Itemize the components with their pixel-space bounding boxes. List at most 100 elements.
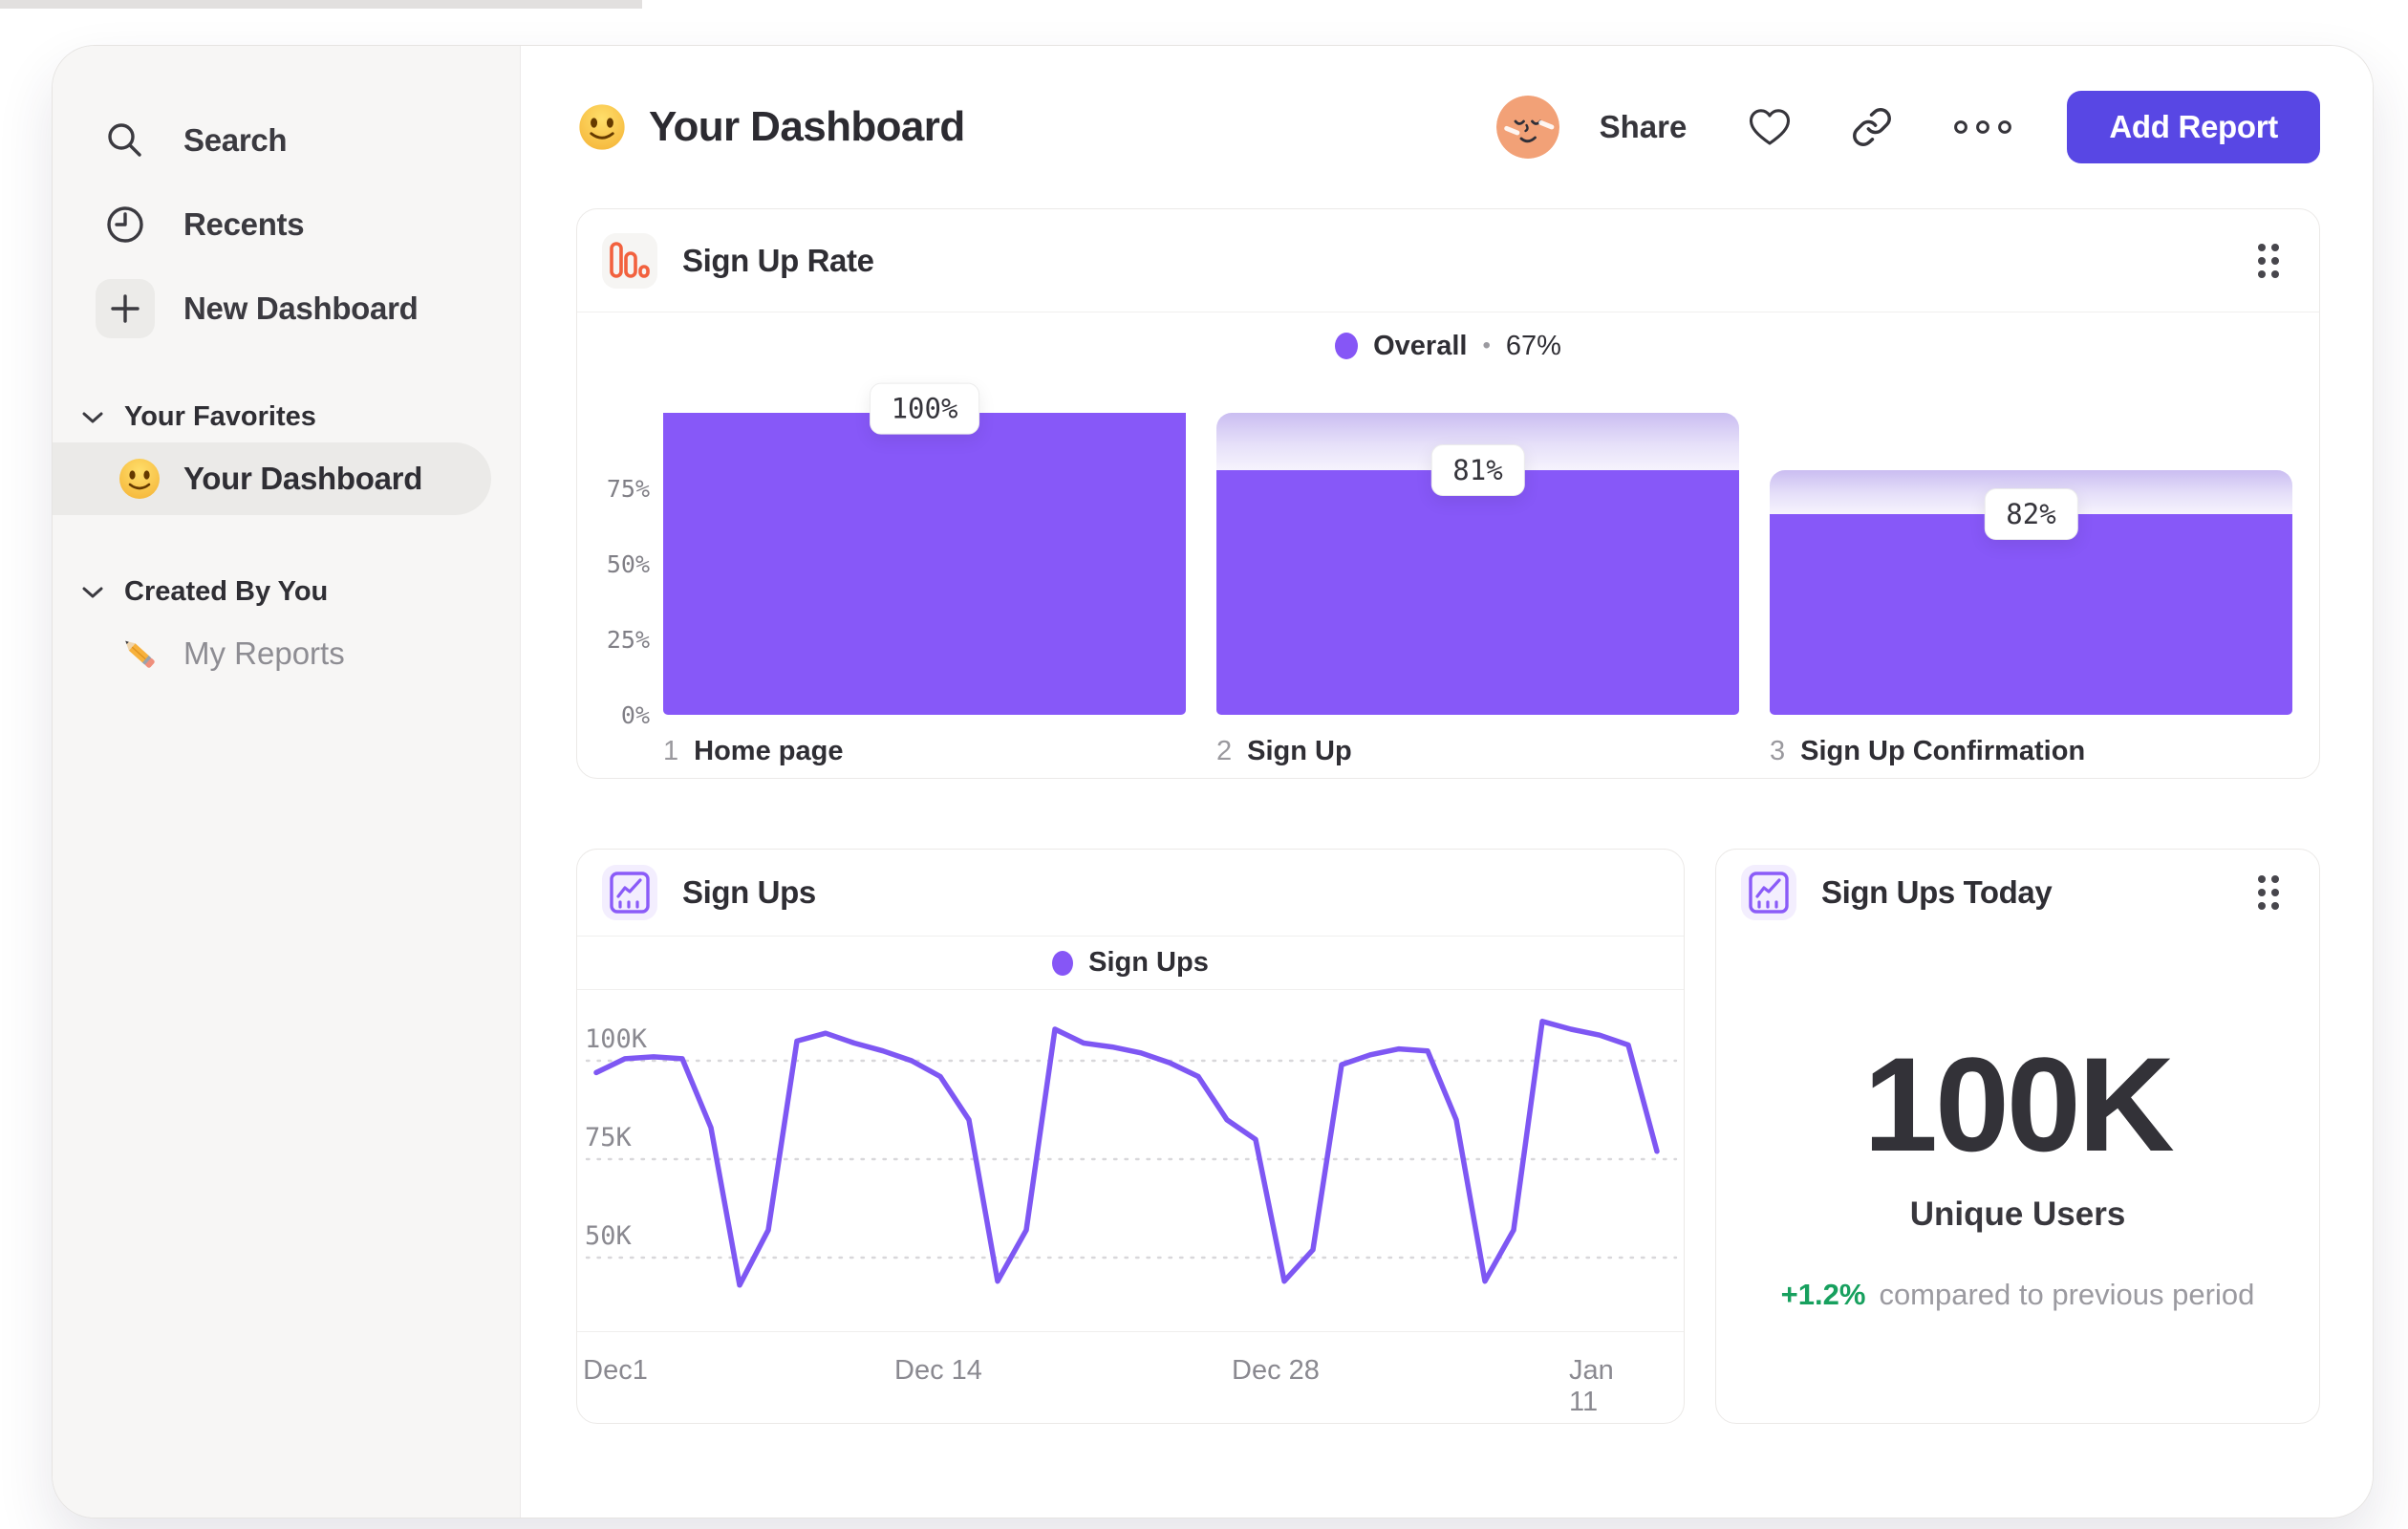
x-axis-tick: Dec 28 xyxy=(1232,1355,1320,1386)
svg-text:75K: 75K xyxy=(585,1123,633,1152)
x-axis-tick: Jan 11 xyxy=(1569,1355,1614,1417)
funnel-bar-sign-up: 81% xyxy=(1216,413,1739,715)
x-axis-tick: Dec 14 xyxy=(894,1355,982,1386)
sidebar-section-created-by-you[interactable]: Created By You xyxy=(82,576,491,608)
sign-ups-today-card: Sign Ups Today 100K Unique Users +1.2% c… xyxy=(1715,849,2320,1424)
y-axis-tick: 50% xyxy=(606,550,650,578)
legend-label: Sign Ups xyxy=(1088,947,1209,978)
chevron-down-icon xyxy=(82,586,103,599)
svg-text:50K: 50K xyxy=(585,1221,633,1251)
sign-ups-card: Sign Ups Sign Ups 100K 75K 50K Dec1 Dec 14 D… xyxy=(576,849,1685,1424)
section-header-label: Your Favorites xyxy=(124,401,316,432)
step-number: 1 xyxy=(663,736,679,766)
sidebar-item-label: Search xyxy=(183,122,288,158)
funnel-x-labels: 1 Home page 2 Sign Up 3 Sign Up Confirma… xyxy=(604,736,2292,767)
legend-separator: • xyxy=(1482,333,1491,358)
line-chart-svg: 100K 75K 50K xyxy=(585,1019,1678,1288)
legend-dot xyxy=(1335,333,1359,359)
legend-label: Overall xyxy=(1373,330,1468,361)
card-title: Sign Up Rate xyxy=(682,242,874,278)
page-header: Your Dashboard Share Add Report xyxy=(576,46,2320,208)
drag-handle-icon[interactable] xyxy=(2254,240,2283,282)
line-chart-icon xyxy=(602,865,657,920)
share-button[interactable]: Share xyxy=(1600,109,1688,145)
funnel-value-tooltip: 100% xyxy=(869,382,980,435)
funnel-step-label: 3 Sign Up Confirmation xyxy=(1770,736,2292,767)
main-content: Your Dashboard Share Add Report Sign Up … xyxy=(521,46,2373,1518)
ellipsis-icon xyxy=(1954,120,2012,134)
legend-value: 67% xyxy=(1505,330,1561,361)
funnel-value-tooltip: 82% xyxy=(1984,488,2078,541)
plus-icon xyxy=(96,279,155,338)
funnel-legend[interactable]: Overall • 67% xyxy=(604,312,2292,379)
step-name: Home page xyxy=(694,736,844,766)
step-number: 3 xyxy=(1770,736,1786,766)
delta-value: +1.2% xyxy=(1780,1278,1866,1311)
step-number: 2 xyxy=(1216,736,1233,766)
sidebar-item-label: New Dashboard xyxy=(183,291,419,326)
sidebar: Search Recents New Dashboard Your Favori… xyxy=(53,46,521,1518)
sidebar-section-your-favorites[interactable]: Your Favorites xyxy=(82,401,491,433)
clock-icon xyxy=(96,195,155,254)
avatar[interactable] xyxy=(1495,96,1559,159)
funnel-step-label: 2 Sign Up xyxy=(1216,736,1739,767)
signup-rate-card-header: Sign Up Rate xyxy=(577,209,2319,312)
section-header-label: Created By You xyxy=(124,576,329,607)
chevron-down-icon xyxy=(82,411,103,424)
page-title: Your Dashboard xyxy=(576,101,965,153)
funnel-bar-home-page: 100% xyxy=(663,382,1186,715)
smiley-emoji xyxy=(576,101,628,153)
funnel-step-label: 1 Home page xyxy=(663,736,1186,767)
y-axis-tick: 25% xyxy=(606,626,650,654)
sidebar-item-new-dashboard[interactable]: New Dashboard xyxy=(96,277,491,340)
sign-ups-card-header: Sign Ups xyxy=(577,850,1684,937)
funnel-chart: Overall • 67% 75% 50% 25% 0% 100% 81% 82… xyxy=(577,312,2319,767)
sign-ups-today-card-header: Sign Ups Today xyxy=(1716,850,2319,936)
copy-link-button[interactable] xyxy=(1851,106,1893,148)
legend-dot xyxy=(1052,950,1074,976)
funnel-value-tooltip: 81% xyxy=(1430,444,1525,497)
sidebar-item-label: Your Dashboard xyxy=(183,461,423,496)
line-chart-icon xyxy=(1741,865,1796,920)
top-edge-strip xyxy=(0,0,642,9)
heart-icon xyxy=(1750,109,1791,145)
more-options-button[interactable] xyxy=(1952,118,2013,136)
funnel-bar-segment[interactable] xyxy=(663,413,1186,715)
cards-row: Sign Ups Sign Ups 100K 75K 50K Dec1 Dec 14 D… xyxy=(576,849,2320,1424)
funnel-bar-segment[interactable] xyxy=(1770,514,2292,715)
step-name: Sign Up xyxy=(1247,736,1352,766)
funnel-bar-segment[interactable] xyxy=(1216,470,1739,715)
sidebar-item-recents[interactable]: Recents xyxy=(96,193,491,256)
x-axis-tick: Dec1 xyxy=(583,1355,648,1386)
page-title-text: Your Dashboard xyxy=(649,103,965,150)
svg-text:100K: 100K xyxy=(585,1024,648,1054)
pencil-emoji xyxy=(117,631,162,677)
link-icon xyxy=(1853,108,1892,146)
sidebar-item-your-dashboard[interactable]: Your Dashboard xyxy=(53,442,491,515)
metric-value: 100K xyxy=(1863,1029,2175,1179)
line-legend[interactable]: Sign Ups xyxy=(577,937,1684,990)
sidebar-item-label: Recents xyxy=(183,206,305,242)
add-report-button[interactable]: Add Report xyxy=(2067,91,2320,163)
funnel-bar-sign-up-confirmation: 82% xyxy=(1770,413,2292,715)
metric-delta: +1.2% compared to previous period xyxy=(1781,1278,2255,1312)
search-icon xyxy=(96,111,155,170)
drag-handle-icon[interactable] xyxy=(2254,872,2283,914)
card-title: Sign Ups Today xyxy=(1821,874,2053,910)
line-plot: 100K 75K 50K xyxy=(577,990,1684,1331)
sidebar-item-label: My Reports xyxy=(183,635,345,671)
app-window: Search Recents New Dashboard Your Favori… xyxy=(53,46,2373,1518)
sidebar-item-search[interactable]: Search xyxy=(96,109,491,172)
smiley-emoji xyxy=(117,456,162,502)
metric-label: Unique Users xyxy=(1909,1195,2126,1233)
delta-caption: compared to previous period xyxy=(1879,1278,2255,1311)
favorite-heart-button[interactable] xyxy=(1748,107,1792,147)
funnel-plot: 75% 50% 25% 0% 100% 81% 82% xyxy=(604,379,2292,729)
y-axis-tick: 0% xyxy=(620,701,650,729)
metric-body: 100K Unique Users +1.2% compared to prev… xyxy=(1716,936,2319,1423)
line-x-axis: Dec1 Dec 14 Dec 28 Jan 11 xyxy=(577,1331,1684,1426)
y-axis-tick: 75% xyxy=(606,475,650,503)
card-title: Sign Ups xyxy=(682,874,816,910)
step-name: Sign Up Confirmation xyxy=(1800,736,2086,766)
sidebar-item-my-reports[interactable]: My Reports xyxy=(96,617,491,690)
